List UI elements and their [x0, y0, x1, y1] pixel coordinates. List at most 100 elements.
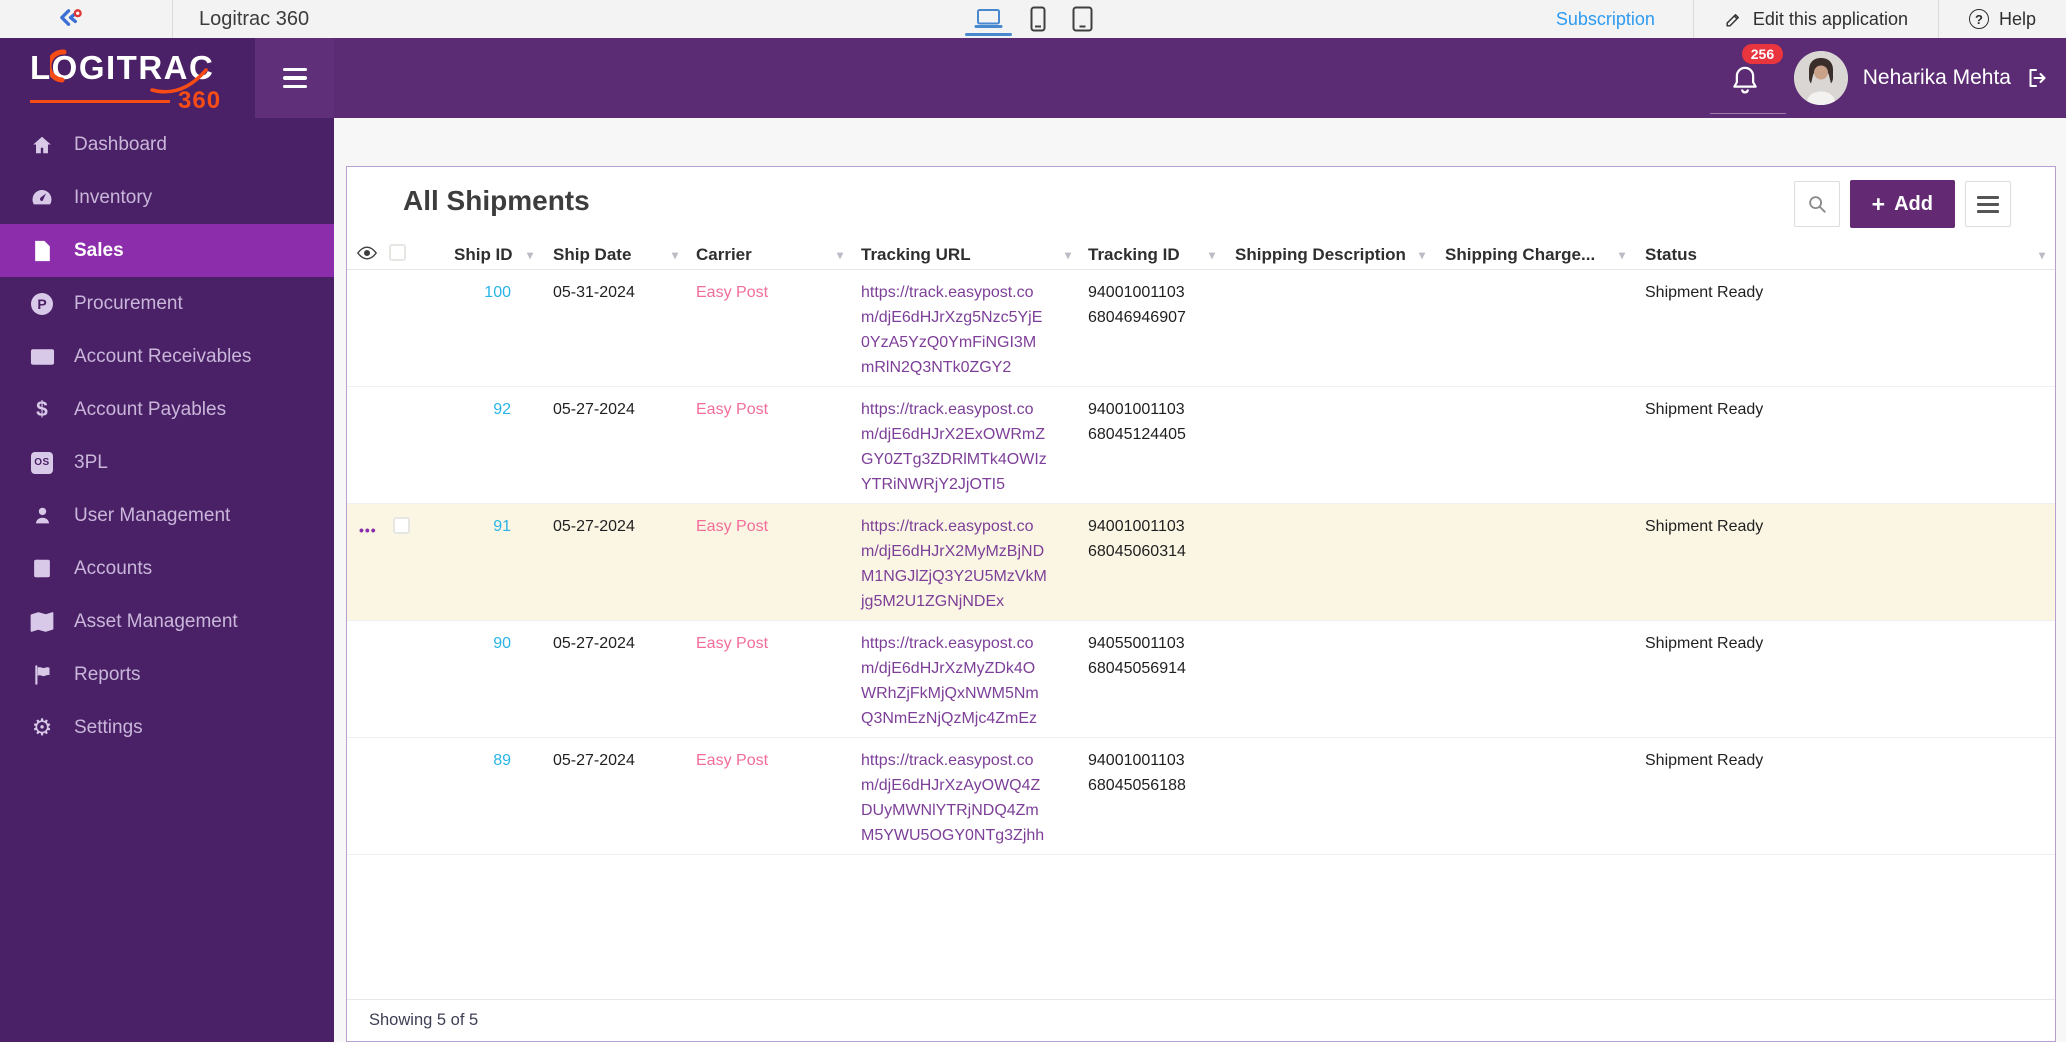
- column-header-shipping-description[interactable]: Shipping Description ▾: [1221, 241, 1431, 270]
- table-row[interactable]: 100 05-31-2024 Easy Post https://track.e…: [347, 269, 2055, 387]
- logout-button[interactable]: [2026, 66, 2050, 90]
- ship-id-link[interactable]: 100: [434, 269, 539, 387]
- ship-id-link[interactable]: 92: [434, 386, 539, 504]
- help-label: Help: [1998, 8, 2036, 29]
- divider: [1709, 113, 1786, 114]
- page-title: All Shipments: [403, 185, 590, 216]
- table-row-hovered[interactable]: ••• 91 05-27-2024 Easy Post https://trac…: [347, 503, 2055, 621]
- sidebar-item-account-payables[interactable]: $ Account Payables: [0, 383, 334, 436]
- sidebar-item-label: Account Receivables: [74, 345, 252, 367]
- tracking-url-link[interactable]: https://track.easypost.com/djE6dHJrX2ExO…: [849, 386, 1077, 504]
- status-value: Shipment Ready: [1631, 503, 2055, 621]
- sort-caret-icon[interactable]: ▾: [1065, 248, 1071, 262]
- ship-id-link[interactable]: 91: [434, 503, 539, 621]
- divider: [172, 0, 173, 38]
- book-icon: [27, 558, 57, 579]
- sidebar-item-account-receivables[interactable]: Account Receivables: [0, 330, 334, 383]
- sort-caret-icon[interactable]: ▾: [2039, 248, 2045, 262]
- sidebar-item-accounts[interactable]: Accounts: [0, 542, 334, 595]
- sort-caret-icon[interactable]: ▾: [837, 248, 843, 262]
- plus-icon: +: [1871, 190, 1886, 217]
- card-header: All Shipments + Add: [347, 167, 2055, 241]
- notification-badge: 256: [1741, 44, 1784, 64]
- sidebar-item-label: 3PL: [74, 451, 108, 473]
- help-button[interactable]: ? Help: [1939, 9, 2066, 30]
- tablet-view-icon[interactable]: [1072, 0, 1093, 38]
- sidebar-item-label: Account Payables: [74, 398, 227, 420]
- edit-application-label: Edit this application: [1752, 8, 1908, 29]
- sidebar-item-asset-management[interactable]: Asset Management: [0, 595, 334, 648]
- table-header-row: Ship ID ▾ Ship Date ▾ Carrier ▾ Tracking…: [347, 241, 2055, 270]
- column-header-tracking-id[interactable]: Tracking ID ▾: [1077, 241, 1221, 270]
- column-header-carrier[interactable]: Carrier ▾: [684, 241, 849, 270]
- table-actions: + Add: [1793, 180, 2011, 228]
- edit-application-button[interactable]: Edit this application: [1694, 9, 1938, 30]
- tracking-url-link[interactable]: https://track.easypost.com/djE6dHJrXzAyO…: [849, 737, 1077, 855]
- search-button[interactable]: [1793, 181, 1840, 227]
- tracking-url-link[interactable]: https://track.easypost.com/djE6dHJrXzg5N…: [849, 269, 1077, 387]
- showing-count: Showing 5 of 5: [369, 1011, 479, 1029]
- help-icon: ?: [1968, 9, 1989, 29]
- sort-caret-icon[interactable]: ▾: [1619, 248, 1625, 262]
- eye-icon[interactable]: [356, 246, 378, 260]
- top-bar-right: Subscription Edit this application ? Hel…: [1518, 0, 2066, 38]
- table-row[interactable]: 92 05-27-2024 Easy Post https://track.ea…: [347, 386, 2055, 504]
- column-header-status[interactable]: Status ▾: [1631, 241, 2055, 270]
- ship-id-link[interactable]: 89: [434, 737, 539, 855]
- sidebar-item-label: Settings: [74, 716, 143, 738]
- column-header-shipping-charge[interactable]: Shipping Charge... ▾: [1431, 241, 1631, 270]
- notifications-button[interactable]: 256: [1709, 44, 1786, 114]
- row-menu-icon[interactable]: •••: [359, 522, 377, 538]
- sidebar-item-3pl[interactable]: OS 3PL: [0, 436, 334, 489]
- status-value: Shipment Ready: [1631, 620, 2055, 738]
- home-icon: [27, 134, 57, 156]
- row-checkbox[interactable]: [393, 516, 410, 534]
- procurement-circle-icon: P: [27, 292, 57, 315]
- app-screen: Logitrac 360 Subscription Edit this appl…: [0, 0, 2066, 1042]
- column-header-tracking-url[interactable]: Tracking URL ▾: [849, 241, 1077, 270]
- sort-caret-icon[interactable]: ▾: [1419, 248, 1425, 262]
- subscription-link[interactable]: Subscription: [1518, 9, 1693, 30]
- sort-caret-icon[interactable]: ▾: [1209, 248, 1215, 262]
- sidebar-toggle-button[interactable]: [255, 38, 334, 118]
- sidebar-item-label: Sales: [74, 239, 124, 261]
- sidebar-item-reports[interactable]: Reports: [0, 648, 334, 701]
- sort-caret-icon[interactable]: ▾: [527, 248, 533, 262]
- sidebar-item-procurement[interactable]: P Procurement: [0, 277, 334, 330]
- sidebar: Dashboard Inventory Sales P Procurement: [0, 118, 334, 1042]
- tracking-url-link[interactable]: https://track.easypost.com/djE6dHJrXzMyZ…: [849, 620, 1077, 738]
- status-value: Shipment Ready: [1631, 386, 2055, 504]
- sidebar-item-settings[interactable]: ⚙ Settings: [0, 701, 334, 754]
- ship-id-link[interactable]: 90: [434, 620, 539, 738]
- sidebar-item-label: Accounts: [74, 557, 153, 579]
- avatar[interactable]: [1793, 51, 1848, 105]
- table-row[interactable]: 90 05-27-2024 Easy Post https://track.ea…: [347, 620, 2055, 738]
- table-row[interactable]: 89 05-27-2024 Easy Post https://track.ea…: [347, 737, 2055, 855]
- column-header-ship-id[interactable]: Ship ID ▾: [434, 241, 539, 270]
- tracking-url-link[interactable]: https://track.easypost.com/djE6dHJrX2MyM…: [849, 503, 1077, 621]
- laptop-view-icon[interactable]: [965, 0, 1012, 38]
- map-icon: [27, 611, 57, 632]
- bell-icon: [1733, 66, 1757, 94]
- brand-logo-text: LOGITRAC: [30, 49, 215, 86]
- flag-icon: [27, 664, 57, 686]
- phone-view-icon[interactable]: [1030, 0, 1046, 38]
- status-value: Shipment Ready: [1631, 269, 2055, 387]
- sidebar-item-inventory[interactable]: Inventory: [0, 171, 334, 224]
- table-menu-button[interactable]: [1965, 181, 2011, 227]
- sidebar-item-sales[interactable]: Sales: [0, 224, 334, 277]
- sidebar-item-user-management[interactable]: User Management: [0, 489, 334, 542]
- app-header: LOGITRAC 360 256 Neharika Mehta: [0, 38, 2066, 118]
- pencil-icon: [1726, 13, 1739, 27]
- select-all-checkbox[interactable]: [389, 243, 406, 261]
- add-button[interactable]: + Add: [1849, 180, 1955, 228]
- user-name: Neharika Mehta: [1862, 66, 2011, 89]
- column-visibility-header: [347, 241, 389, 270]
- column-header-ship-date[interactable]: Ship Date ▾: [539, 241, 684, 270]
- sort-caret-icon[interactable]: ▾: [672, 248, 678, 262]
- logout-icon: [2029, 69, 2046, 87]
- sidebar-item-dashboard[interactable]: Dashboard: [0, 118, 334, 171]
- device-preview-switcher: [965, 0, 1093, 38]
- header-right: 256 Neharika Mehta: [1709, 38, 2066, 118]
- main-content: All Shipments + Add Ship ID ▾ Ship Date …: [334, 118, 2066, 1042]
